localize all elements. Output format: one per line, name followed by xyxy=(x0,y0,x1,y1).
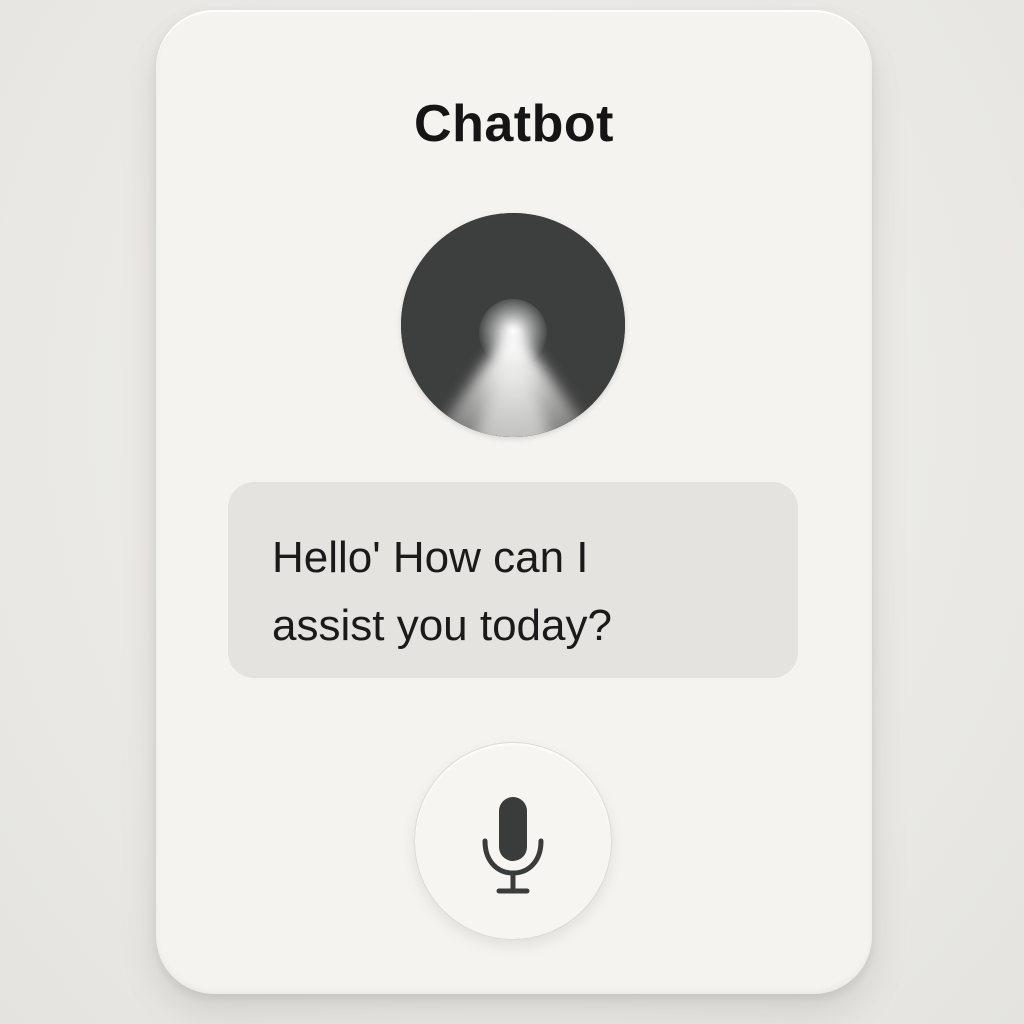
chatbot-card: Chatbot Hello' How can I assist you toda… xyxy=(156,10,872,994)
microphone-button[interactable] xyxy=(414,742,612,940)
app-background: Chatbot Hello' How can I assist you toda… xyxy=(0,0,1024,1024)
message-bubble: Hello' How can I assist you today? xyxy=(228,482,798,678)
page-title: Chatbot xyxy=(414,95,614,153)
assistant-orb-icon xyxy=(401,213,625,437)
message-text: Hello' How can I assist you today? xyxy=(272,533,612,650)
microphone-icon xyxy=(482,797,544,894)
